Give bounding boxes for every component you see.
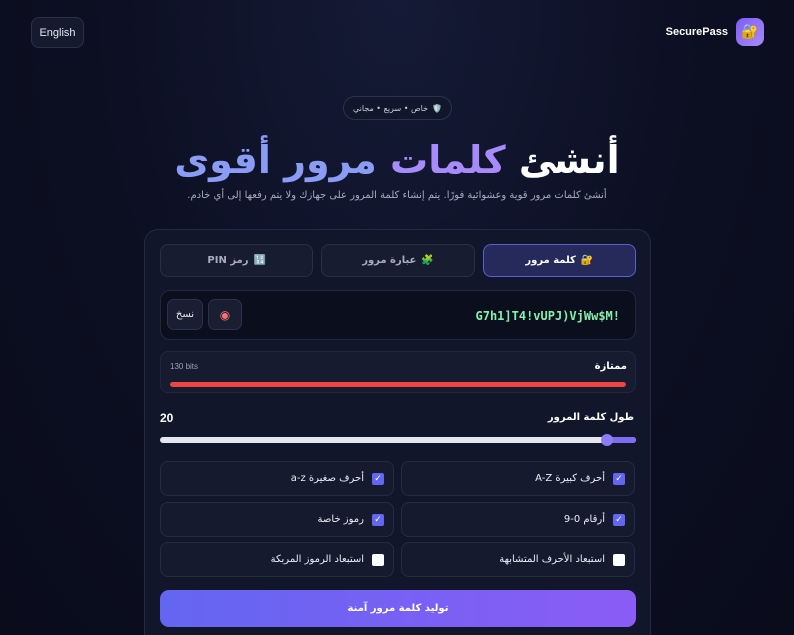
tab-password-icon: 🔐 [580,255,594,266]
option-symbols-label: رموز خاصة [317,514,364,525]
option-numbers-label: أرقام 0-9 [563,514,605,525]
page-subtitle: أنشئ كلمات مرور قوية وعشوائية فورًا. يتم… [187,190,607,201]
title-part-1: أنشئ [518,138,620,182]
tab-pin-icon: 🔢 [253,255,266,266]
title-part-2: كلمات [390,138,506,182]
length-value: 20 [160,411,174,425]
option-numbers[interactable]: ✓ أرقام 0-9 [401,502,635,537]
option-exclude-similar-label: استبعاد الأحرف المتشابهة [499,554,605,565]
strength-bar-track [170,382,626,387]
option-exclude-similar[interactable]: استبعاد الأحرف المتشابهة [401,542,635,577]
password-output: G7h1]T4!vUPJ)VjWw$M! ◉ نسخ [160,290,636,340]
copy-button[interactable]: نسخ [167,299,203,330]
strength-meter: ممتازة 130 bits [160,351,636,393]
checkbox-exclude-similar[interactable] [613,554,625,566]
generated-password[interactable]: G7h1]T4!vUPJ)VjWw$M! [476,291,621,341]
toggle-visibility-button[interactable]: ◉ [208,299,242,330]
strength-bits: 130 bits [170,362,199,371]
checkbox-numbers[interactable]: ✓ [613,514,625,526]
checkbox-exclude-ambiguous[interactable] [372,554,384,566]
brand: SecurePass 🔐 [666,18,764,46]
title-part-3: مرور أقوى [174,138,377,182]
tab-passphrase[interactable]: 🧩 عبارة مرور [321,244,475,277]
tab-password[interactable]: 🔐 كلمة مرور [482,244,636,277]
option-exclude-ambiguous[interactable]: استبعاد الرموز المربكة [160,542,394,577]
generate-button[interactable]: توليد كلمة مرور آمنة [160,590,636,627]
length-slider-thumb[interactable] [601,434,614,446]
option-lowercase[interactable]: ✓ أحرف صغيرة a-z [160,461,394,496]
tab-pin-label: رمز PIN [207,255,249,266]
language-button[interactable]: English [31,17,84,48]
length-slider[interactable] [160,434,636,446]
tab-passphrase-icon: 🧩 [421,255,434,266]
option-lowercase-label: أحرف صغيرة a-z [290,473,364,484]
strength-bar-fill [170,382,626,387]
eye-icon: ◉ [219,307,231,322]
strength-label: ممتازة [594,361,627,372]
checkbox-uppercase[interactable]: ✓ [613,473,625,485]
tab-passphrase-label: عبارة مرور [362,255,417,266]
lock-icon: 🔐 [736,18,764,46]
length-label: طول كلمة المرور [547,412,634,423]
checkbox-lowercase[interactable]: ✓ [372,473,384,485]
checkbox-symbols[interactable]: ✓ [372,514,384,526]
option-uppercase[interactable]: ✓ أحرف كبيرة A-Z [401,461,635,496]
brand-name: SecurePass [665,26,728,38]
mode-tabs: 🔐 كلمة مرور 🧩 عبارة مرور 🔢 رمز PIN [160,244,636,277]
tab-pin[interactable]: 🔢 رمز PIN [160,244,314,277]
shield-icon: 🛡️ [432,103,442,113]
generator-card: 🔐 كلمة مرور 🧩 عبارة مرور 🔢 رمز PIN G7h1]… [144,229,651,635]
page-title: أنشئ كلمات مرور أقوى [0,134,794,186]
option-symbols[interactable]: ✓ رموز خاصة [160,502,394,537]
option-uppercase-label: أحرف كبيرة A-Z [535,473,605,484]
option-exclude-ambiguous-label: استبعاد الرموز المربكة [270,554,364,565]
badge-text: خاص • سريع • مجاني [352,103,429,113]
feature-badge: خاص • سريع • مجاني 🛡️ [343,96,452,120]
tab-password-label: كلمة مرور [525,255,576,266]
